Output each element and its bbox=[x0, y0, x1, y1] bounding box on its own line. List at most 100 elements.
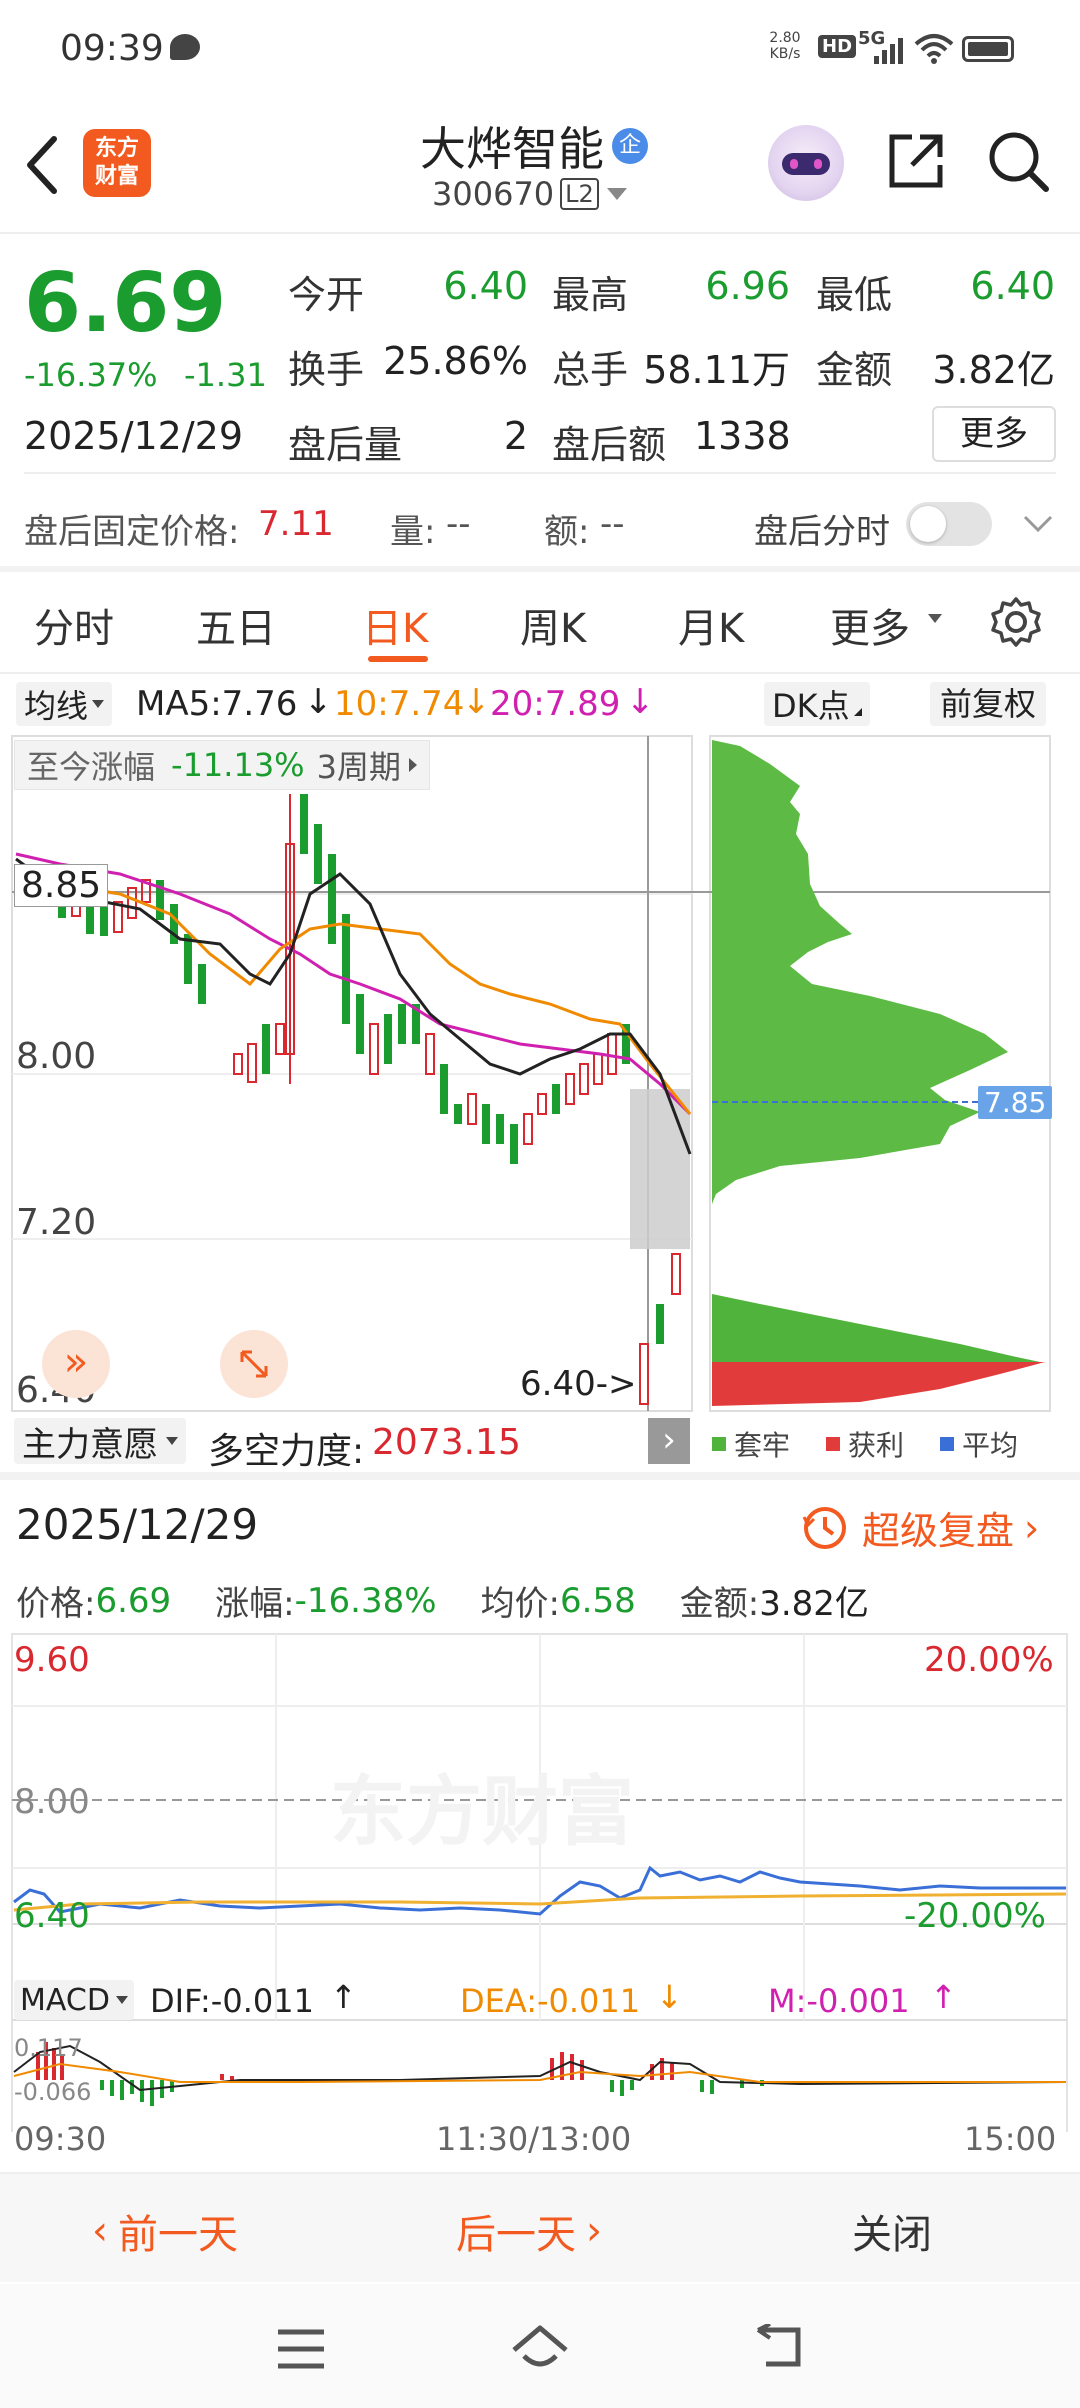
open-label: 今开 bbox=[288, 273, 365, 317]
chevron-down-icon bbox=[606, 188, 627, 200]
macd-bot-label: -0.066 bbox=[14, 2078, 92, 2106]
low-label: 最低 bbox=[816, 273, 893, 317]
dea-down-arrow-icon: ↓ bbox=[656, 1978, 683, 2016]
range-value: -11.13% bbox=[171, 746, 305, 784]
quote-date: 2025/12/29 bbox=[24, 414, 244, 458]
gear-icon[interactable] bbox=[990, 596, 1042, 648]
time-start: 09:30 bbox=[14, 2120, 107, 2158]
after-volume-label: 盘后量 bbox=[288, 423, 403, 467]
indicator-selector[interactable]: 主力意愿 bbox=[14, 1418, 186, 1465]
macd-selector-label: MACD bbox=[20, 1982, 110, 2018]
chevron-right-icon: › bbox=[1024, 1505, 1040, 1550]
replay-price: 6.69 bbox=[95, 1580, 172, 1621]
back-nav-icon[interactable] bbox=[752, 2324, 806, 2370]
after-vol-label: 量: bbox=[390, 512, 436, 552]
battery-icon bbox=[962, 36, 1014, 62]
app-logo: 东方 财富 bbox=[83, 129, 151, 197]
turnover-value: 25.86% bbox=[383, 339, 528, 383]
after-amount-label: 盘后额 bbox=[552, 423, 667, 467]
macd-m: M:-0.001 bbox=[768, 1982, 910, 2020]
legend-trapped: 套牢 bbox=[734, 1429, 791, 1462]
menu-icon[interactable] bbox=[276, 2328, 326, 2370]
tab-intraday[interactable]: 分时 bbox=[34, 596, 114, 654]
change-amount: -1.31 bbox=[184, 356, 267, 394]
range-period: 3周期 bbox=[316, 748, 401, 786]
ma-selector[interactable]: 均线 bbox=[16, 682, 113, 726]
next-day-button[interactable]: 后一天 › bbox=[456, 2202, 602, 2260]
price-label-720: 7.20 bbox=[16, 1202, 97, 1243]
share-icon[interactable] bbox=[884, 129, 948, 193]
ma20-value: 20:7.89 bbox=[490, 684, 621, 724]
tab-daily-k[interactable]: 日K bbox=[362, 596, 428, 654]
tab-weekly-k[interactable]: 周K bbox=[520, 596, 586, 654]
indicator-row: 主力意愿 多空力度: 2073.15 › 套牢 获利 平均 bbox=[0, 1414, 1080, 1472]
after-amt-value: -- bbox=[600, 504, 625, 544]
back-icon[interactable] bbox=[22, 135, 62, 195]
next-day-label: 后一天 bbox=[456, 2212, 576, 2258]
home-icon[interactable] bbox=[510, 2322, 570, 2372]
expand-right-button[interactable]: › bbox=[648, 1418, 690, 1464]
time-end: 15:00 bbox=[964, 2120, 1057, 2158]
time-mid: 11:30/13:00 bbox=[436, 2120, 632, 2158]
chip-legend: 套牢 获利 平均 bbox=[712, 1424, 1018, 1464]
dk-point-selector[interactable]: DK点 bbox=[764, 682, 870, 726]
intraday-svg bbox=[11, 1633, 1068, 2132]
macd-dea: DEA:-0.011 bbox=[460, 1982, 641, 2020]
macd-dif: DIF:-0.011 bbox=[150, 1982, 314, 2020]
y-bot-label: 6.40 bbox=[14, 1896, 90, 1936]
y-mid-label: 8.00 bbox=[14, 1782, 90, 1822]
bottom-actions: ‹ 前一天 后一天 › 关闭 bbox=[0, 2172, 1080, 2282]
enterprise-badge: 企 bbox=[612, 128, 648, 164]
close-button[interactable]: 关闭 bbox=[852, 2202, 932, 2260]
legend-avg: 平均 bbox=[962, 1429, 1019, 1462]
legend-trapped-swatch bbox=[712, 1437, 726, 1451]
wifi-icon bbox=[914, 34, 954, 64]
ai-assistant-icon[interactable] bbox=[768, 125, 844, 201]
more-button[interactable]: 更多 bbox=[932, 406, 1056, 462]
status-bar: 09:39 2.80 KB/s HD 5G bbox=[0, 0, 1080, 95]
power-value: 2073.15 bbox=[372, 1422, 521, 1463]
after-time-toggle[interactable] bbox=[906, 502, 992, 546]
tab-more[interactable]: 更多 bbox=[830, 596, 910, 654]
ma10-down-arrow-icon: ↓ bbox=[462, 682, 491, 722]
tab-five-day[interactable]: 五日 bbox=[196, 596, 276, 654]
ma5-down-arrow-icon: ↓ bbox=[304, 682, 333, 722]
chip-distribution bbox=[712, 740, 1045, 1406]
low-marker: 6.40-> bbox=[520, 1364, 637, 1404]
search-icon[interactable] bbox=[986, 129, 1050, 193]
chevron-right-icon bbox=[408, 758, 417, 772]
chevron-down-icon[interactable] bbox=[1022, 514, 1054, 534]
volume-label: 总手 bbox=[552, 348, 629, 392]
replay-amt-label: 金额: bbox=[679, 1584, 760, 1624]
expand-button[interactable] bbox=[220, 1330, 288, 1398]
ma5-value: MA5:7.76 bbox=[136, 684, 298, 724]
tab-monthly-k[interactable]: 月K bbox=[678, 596, 744, 654]
super-replay-button[interactable]: 超级复盘 › bbox=[800, 1500, 1039, 1555]
active-tab-indicator bbox=[368, 656, 428, 662]
section-gap bbox=[0, 1472, 1080, 1480]
macd-selector[interactable]: MACD bbox=[14, 1980, 134, 2020]
legend-profit-swatch bbox=[826, 1437, 841, 1451]
power-label: 多空力度: bbox=[208, 1431, 365, 1472]
stock-title: 大烨智能 企 bbox=[420, 113, 648, 179]
range-box[interactable]: 至今涨幅 -11.13% 3周期 bbox=[14, 740, 430, 790]
after-vol-value: -- bbox=[446, 504, 471, 544]
last-price: 6.69 bbox=[24, 256, 227, 351]
prev-day-button[interactable]: ‹ 前一天 bbox=[92, 2202, 238, 2260]
net-speed-value: 2.80 bbox=[769, 30, 801, 46]
corner-caret-icon bbox=[853, 708, 862, 716]
adjust-button[interactable]: 前复权 bbox=[930, 682, 1047, 726]
stock-code-row[interactable]: 300670 L2 bbox=[432, 175, 627, 213]
kline-chart[interactable]: 至今涨幅 -11.13% 3周期 8.85 8.00 7.20 6.40 6.4… bbox=[0, 734, 1080, 1414]
indicator-label: 主力意愿 bbox=[22, 1424, 158, 1465]
open-value: 6.40 bbox=[443, 264, 528, 308]
replay-price-label: 价格: bbox=[16, 1584, 96, 1624]
period-tabs: 分时 五日 日K 周K 月K 更多 bbox=[0, 572, 1080, 672]
fast-forward-button[interactable]: » bbox=[42, 1330, 110, 1398]
after-amount-value: 1338 bbox=[694, 414, 791, 458]
ma-selector-label: 均线 bbox=[24, 687, 89, 725]
pct-bot-label: -20.00% bbox=[904, 1896, 1046, 1936]
logo-line-1: 东方 bbox=[94, 136, 139, 161]
macd-top-label: 0.117 bbox=[14, 2034, 83, 2062]
ma10-value: 10:7.74 bbox=[334, 684, 465, 724]
